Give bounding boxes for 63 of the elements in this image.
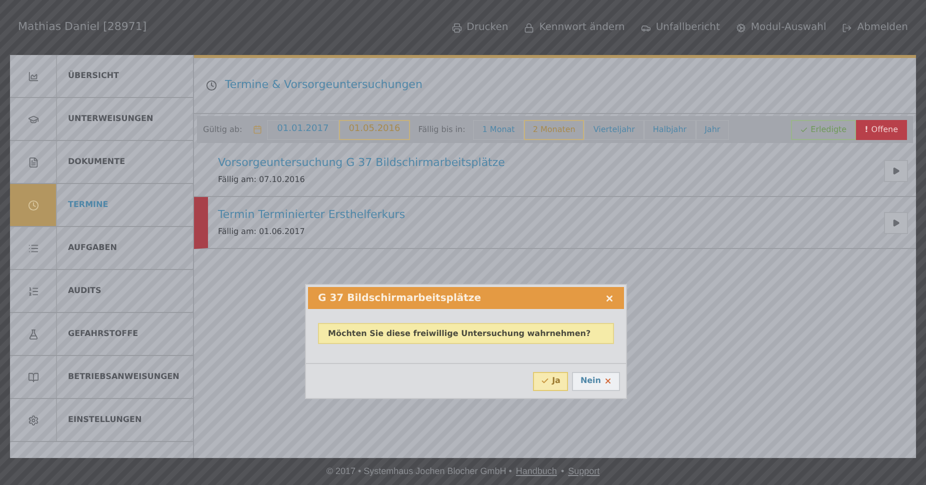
appointment-row[interactable]: Vorsorgeuntersuchung G 37 Bildschirmarbeitsplätze Fällig am: 07.10.2016 <box>194 145 916 197</box>
gears-icon <box>736 22 746 32</box>
clock-icon <box>206 80 217 91</box>
period-filter-button[interactable]: Halbjahr <box>644 120 696 140</box>
top-bar-link[interactable]: Drucken <box>452 20 508 35</box>
copyright-text: © 2017 • Systemhaus Jochen Blocher GmbH • <box>326 464 512 478</box>
sidebar-item[interactable]: AUFGABEN <box>10 227 193 270</box>
chart-icon <box>28 70 38 82</box>
dialog-title: G 37 Bildschirmarbeitsplätze <box>318 292 481 306</box>
logout-icon <box>842 22 852 32</box>
flask-icon <box>28 328 38 340</box>
settings-icon <box>28 414 38 426</box>
exclamation-icon: ! <box>864 124 868 136</box>
filter-label: Fällig bis in: <box>418 124 466 136</box>
sidebar-item[interactable]: UNTERWEISUNGEN <box>10 98 193 141</box>
appointment-title: Termin Terminierter Ersthelferkurs <box>218 207 406 224</box>
close-icon[interactable] <box>605 294 614 302</box>
period-filter-button[interactable]: 2 Monaten <box>524 120 584 140</box>
sidebar-item[interactable]: GEFAHRSTOFFE <box>10 313 193 356</box>
sidebar-item[interactable]: TERMINE <box>10 184 193 227</box>
print-icon <box>452 22 462 32</box>
due-date: Fällig am: 07.10.2016 <box>218 174 306 186</box>
message-box: Möchten Sie diese freiwillige Untersuchung wahrnehmen? <box>318 323 614 344</box>
appointment-row[interactable]: Termin Terminierter Ersthelferkurs Fällig am: 01.06.2017 <box>194 197 916 249</box>
status-filter-button[interactable]: Erledigte <box>790 120 856 140</box>
x-icon <box>604 377 612 385</box>
cancel-button[interactable]: Nein <box>572 372 620 390</box>
status-filter-button[interactable]: ! Offene <box>856 120 907 140</box>
open-button[interactable] <box>884 160 908 182</box>
document-icon <box>28 156 38 168</box>
play-icon <box>892 166 900 174</box>
sidebar-item[interactable]: EINSTELLUNGEN <box>10 399 193 442</box>
book-icon <box>28 372 38 382</box>
check-icon <box>541 377 550 385</box>
user-name: Mathias Daniel [28971] <box>18 19 147 36</box>
date-filter-button[interactable]: 01.05.2016 <box>338 120 410 140</box>
check-icon <box>800 126 808 134</box>
confirm-button[interactable]: Ja <box>533 372 568 390</box>
top-bar-link[interactable]: Modul-Auswahl <box>736 20 826 35</box>
date-filter-button[interactable]: 01.01.2017 <box>267 120 339 140</box>
support-link[interactable]: Support <box>568 464 600 478</box>
clock-icon <box>28 200 38 210</box>
top-bar-link[interactable]: Kennwort ändern <box>524 20 625 35</box>
period-filter-button[interactable]: 1 Monat <box>473 120 524 140</box>
sidebar-item[interactable]: BETRIEBSANWEISUNGEN <box>10 356 193 399</box>
numbered-list-icon <box>28 286 38 296</box>
sidebar-item[interactable]: ÜBERSICHT <box>10 55 193 98</box>
graduation-cap-icon <box>28 114 38 124</box>
handbook-link[interactable]: Handbuch <box>516 464 557 478</box>
due-date: Fällig am: 01.06.2017 <box>218 226 306 238</box>
period-filter-button[interactable]: Jahr <box>696 120 730 140</box>
separator-text: • <box>560 464 564 478</box>
open-button[interactable] <box>884 212 908 234</box>
top-bar-link[interactable]: Unfallbericht <box>640 20 720 35</box>
panel-title: Termine & Vorsorgeuntersuchungen <box>225 77 422 94</box>
play-icon <box>892 218 900 226</box>
lock-icon <box>524 22 534 32</box>
top-bar-link[interactable]: Abmelden <box>842 20 908 35</box>
appointment-title: Vorsorgeuntersuchung G 37 Bildschirmarbeitsplätze <box>218 155 506 172</box>
period-filter-button[interactable]: Vierteljahr <box>584 120 644 140</box>
car-icon <box>640 22 651 32</box>
filter-label: Gültig ab: <box>203 124 242 136</box>
sidebar-item[interactable]: AUDITS <box>10 270 193 313</box>
